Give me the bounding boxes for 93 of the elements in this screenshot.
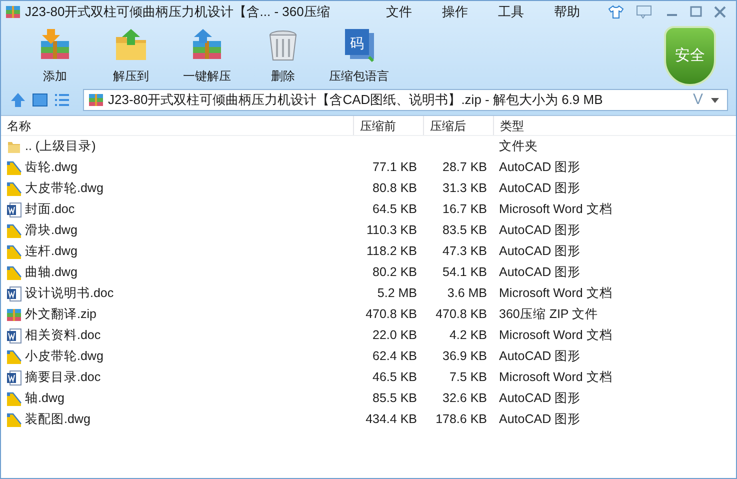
size-before: 85.5 KB	[372, 391, 417, 406]
column-header[interactable]: 名称	[1, 116, 353, 135]
size-after: 4.2 KB	[449, 328, 487, 342]
maximize-icon[interactable]	[688, 5, 704, 19]
column-header[interactable]: 压缩后	[423, 116, 493, 135]
file-type: AutoCAD 图形	[499, 244, 581, 258]
file-type: 360压缩 ZIP 文件	[499, 307, 598, 322]
file-name[interactable]: 滑块.dwg	[25, 221, 78, 240]
file-type: Microsoft Word 文档	[499, 328, 612, 342]
size-before: 64.5 KB	[372, 202, 417, 216]
window-title: J23-80开式双柱可倾曲柄压力机设计【含... - 360压缩	[25, 3, 330, 22]
menu-item[interactable]: 操作	[442, 2, 468, 22]
size-before: 118.2 KB	[366, 244, 417, 258]
file-name[interactable]: 封面.doc	[25, 200, 75, 219]
toolbar-button[interactable]: 码 压缩包语言	[321, 27, 397, 85]
word-file-icon	[6, 370, 22, 386]
size-before: 80.8 KB	[372, 181, 417, 196]
drawing-file-icon	[6, 348, 22, 364]
toolbar-button[interactable]: 删除	[245, 27, 321, 85]
file-name[interactable]: 连杆.dwg	[25, 242, 78, 261]
up-arrow-icon[interactable]	[9, 91, 27, 109]
drawing-file-icon	[6, 412, 22, 428]
feedback-icon[interactable]	[636, 5, 652, 19]
file-name[interactable]: 小皮带轮.dwg	[25, 347, 104, 366]
size-before: 80.2 KB	[372, 265, 417, 280]
archive-file-icon	[6, 306, 22, 322]
size-after: 36.9 KB	[442, 349, 487, 364]
window-view-icon[interactable]	[31, 91, 49, 109]
column-header[interactable]: 压缩前	[353, 116, 423, 135]
file-type: AutoCAD 图形	[499, 265, 581, 280]
size-after: 28.7 KB	[442, 160, 487, 174]
file-name[interactable]: 相关资料.doc	[25, 326, 101, 345]
size-before: 434.4 KB	[366, 412, 417, 426]
toolbar-button[interactable]: 添加	[17, 27, 93, 85]
file-name[interactable]: 摘要目录.doc	[25, 368, 101, 387]
size-before: 470.8 KB	[366, 307, 417, 322]
file-type: AutoCAD 图形	[499, 181, 581, 196]
file-type: 文件夹	[499, 139, 538, 154]
folder-extract-icon	[113, 27, 149, 63]
size-after: 32.6 KB	[442, 391, 487, 406]
file-type: AutoCAD 图形	[499, 349, 581, 364]
size-before: 77.1 KB	[372, 160, 417, 174]
size-after: 16.7 KB	[442, 202, 487, 216]
file-name[interactable]: 曲轴.dwg	[25, 263, 78, 282]
column-header[interactable]: 类型	[493, 116, 736, 135]
drawing-file-icon	[6, 264, 22, 280]
list-view-icon[interactable]	[53, 91, 71, 109]
archive-file-icon	[88, 92, 104, 108]
size-after: 470.8 KB	[436, 307, 487, 322]
address-field[interactable]: J23-80开式双柱可倾曲柄压力机设计【含CAD图纸、说明书】.zip - 解包大小为 6.9 MB V	[83, 89, 728, 111]
close-icon[interactable]	[712, 5, 728, 19]
size-before: 110.3 KB	[366, 223, 417, 238]
size-after: 83.5 KB	[442, 223, 487, 238]
file-type: AutoCAD 图形	[499, 412, 581, 426]
size-after: 7.5 KB	[449, 370, 487, 384]
file-type: Microsoft Word 文档	[499, 370, 612, 384]
file-type: AutoCAD 图形	[499, 223, 581, 238]
menu-item[interactable]: 工具	[498, 2, 524, 22]
file-name[interactable]: .. (上级目录)	[25, 137, 96, 156]
file-type: Microsoft Word 文档	[499, 202, 612, 216]
file-name[interactable]: 装配图.dwg	[25, 410, 90, 429]
drawing-file-icon	[6, 222, 22, 238]
size-after: 178.6 KB	[436, 412, 487, 426]
size-after: 31.3 KB	[442, 181, 487, 196]
file-name[interactable]: 轴.dwg	[25, 389, 64, 408]
size-before: 46.5 KB	[372, 370, 417, 384]
file-type: AutoCAD 图形	[499, 391, 581, 406]
drawing-file-icon	[6, 390, 22, 406]
word-file-icon	[6, 328, 22, 344]
file-name[interactable]: 齿轮.dwg	[25, 158, 78, 177]
toolbar-button[interactable]: 解压到	[93, 27, 169, 85]
v-mark: V	[692, 90, 703, 110]
file-type: AutoCAD 图形	[499, 160, 581, 174]
menu-item[interactable]: 帮助	[554, 2, 580, 22]
size-before: 22.0 KB	[372, 328, 417, 342]
size-after: 54.1 KB	[442, 265, 487, 280]
file-name[interactable]: 设计说明书.doc	[25, 284, 114, 303]
menu-item[interactable]: 文件	[386, 2, 412, 22]
word-file-icon	[6, 286, 22, 302]
drawing-file-icon	[6, 180, 22, 196]
file-type: Microsoft Word 文档	[499, 286, 612, 300]
drawing-file-icon	[6, 244, 22, 260]
file-name[interactable]: 外文翻译.zip	[25, 305, 96, 324]
size-before: 62.4 KB	[372, 349, 417, 364]
size-after: 47.3 KB	[442, 244, 487, 258]
file-name[interactable]: 大皮带轮.dwg	[25, 179, 104, 198]
size-after: 3.6 MB	[447, 286, 487, 300]
drawing-file-icon	[6, 160, 22, 176]
toolbar-button[interactable]: 一键解压	[169, 27, 245, 85]
size-before: 5.2 MB	[377, 286, 417, 300]
shirt-icon[interactable]	[608, 5, 624, 19]
app-logo-icon	[5, 4, 21, 20]
word-file-icon	[6, 202, 22, 218]
